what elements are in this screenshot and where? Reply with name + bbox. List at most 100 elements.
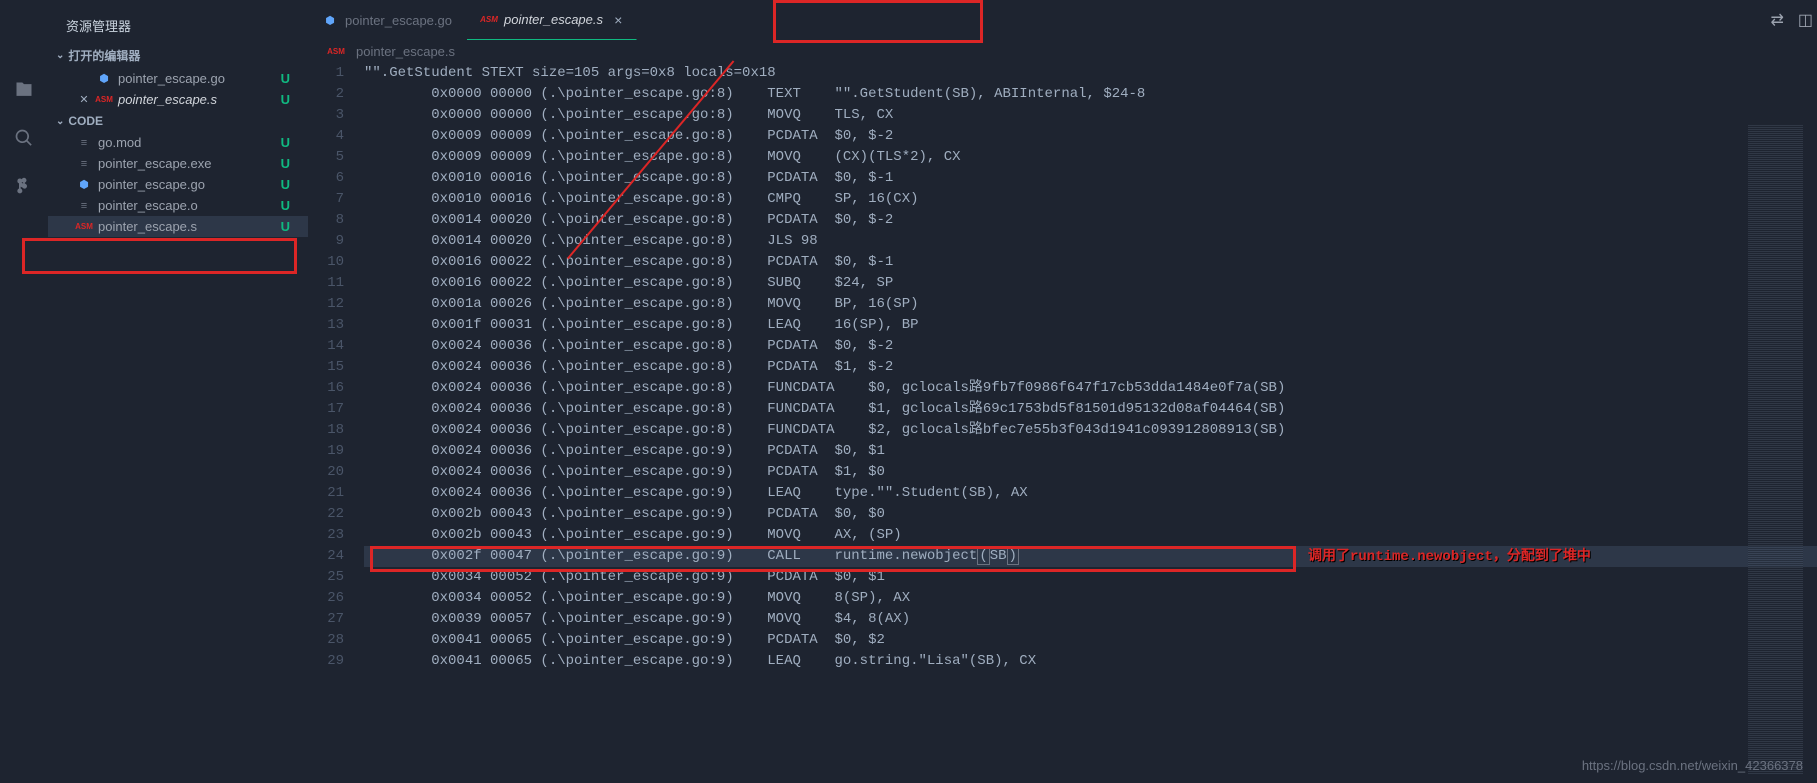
open-editor-item[interactable]: ✕ ASM pointer_escape.sU <box>48 89 308 110</box>
editor-area: ⬢pointer_escape.goASMpointer_escape.s× ⇄… <box>308 0 1817 783</box>
line-number: 23 <box>308 525 344 546</box>
line-number: 25 <box>308 567 344 588</box>
file-tree-item[interactable]: ≡ pointer_escape.exeU <box>48 153 308 174</box>
chevron-down-icon: ⌄ <box>56 50 64 61</box>
line-number: 17 <box>308 399 344 420</box>
line-number: 26 <box>308 588 344 609</box>
file-tree-item[interactable]: ⬢ pointer_escape.goU <box>48 174 308 195</box>
activity-bar <box>0 0 48 783</box>
source-control-icon[interactable] <box>14 176 34 199</box>
line-number: 28 <box>308 630 344 651</box>
code-section-header[interactable]: ⌄ CODE <box>48 110 308 132</box>
line-number: 10 <box>308 252 344 273</box>
code-line: 0x0041 00065 (.\pointer_escape.go:9) PCD… <box>364 630 1817 651</box>
line-number: 3 <box>308 105 344 126</box>
code-line: 0x0039 00057 (.\pointer_escape.go:9) MOV… <box>364 609 1817 630</box>
file-name: go.mod <box>98 135 281 150</box>
compare-icon[interactable]: ⇄ <box>1770 10 1783 30</box>
code-editor[interactable]: 1234567891011121314151617181920212223242… <box>308 63 1817 783</box>
line-number: 24 <box>308 546 344 567</box>
line-number: 5 <box>308 147 344 168</box>
open-editor-item[interactable]: ⬢ pointer_escape.goU <box>48 68 308 89</box>
line-number: 14 <box>308 336 344 357</box>
breadcrumb[interactable]: ASM pointer_escape.s <box>308 40 1817 63</box>
code-content[interactable]: "".GetStudent STEXT size=105 args=0x8 lo… <box>364 63 1817 783</box>
tab-close-icon[interactable]: × <box>614 12 622 28</box>
file-name: pointer_escape.go <box>118 71 281 86</box>
line-number: 12 <box>308 294 344 315</box>
code-line: 0x0000 00000 (.\pointer_escape.go:8) MOV… <box>364 105 1817 126</box>
watermark: https://blog.csdn.net/weixin_42366378 <box>1582 758 1803 773</box>
file-tree-item[interactable]: ASM pointer_escape.sU <box>48 216 308 237</box>
line-number: 7 <box>308 189 344 210</box>
line-number: 6 <box>308 168 344 189</box>
code-line: 0x0024 00036 (.\pointer_escape.go:9) PCD… <box>364 441 1817 462</box>
minimap[interactable] <box>1748 125 1803 775</box>
asm-icon: ASM <box>76 222 92 231</box>
close-icon: ✕ <box>76 93 92 106</box>
editor-actions: ⇄ ◫ <box>1770 10 1813 30</box>
line-number: 27 <box>308 609 344 630</box>
code-line: 0x0024 00036 (.\pointer_escape.go:8) PCD… <box>364 336 1817 357</box>
code-line: 0x001f 00031 (.\pointer_escape.go:8) LEA… <box>364 315 1817 336</box>
file-name: pointer_escape.s <box>118 92 281 107</box>
line-number: 11 <box>308 273 344 294</box>
status-badge: U <box>281 92 300 107</box>
status-badge: U <box>281 219 300 234</box>
code-line: 0x001a 00026 (.\pointer_escape.go:8) MOV… <box>364 294 1817 315</box>
go-icon: ⬢ <box>96 72 112 85</box>
editor-tab[interactable]: ⬢pointer_escape.go <box>308 0 467 40</box>
line-number: 29 <box>308 651 344 672</box>
annotation-text: 调用了runtime.newobject，分配到了堆中 <box>1308 547 1591 568</box>
code-line: 0x0024 00036 (.\pointer_escape.go:9) LEA… <box>364 483 1817 504</box>
search-icon[interactable] <box>14 128 34 151</box>
asm-icon: ASM <box>96 95 112 104</box>
go-icon: ⬢ <box>322 14 338 27</box>
lines-icon: ≡ <box>76 200 92 212</box>
file-tree-item[interactable]: ≡ pointer_escape.oU <box>48 195 308 216</box>
line-number: 18 <box>308 420 344 441</box>
line-number: 8 <box>308 210 344 231</box>
code-line: 0x0024 00036 (.\pointer_escape.go:8) FUN… <box>364 420 1817 441</box>
line-number: 16 <box>308 378 344 399</box>
code-line: 0x0024 00036 (.\pointer_escape.go:8) FUN… <box>364 378 1817 399</box>
code-line: 0x0009 00009 (.\pointer_escape.go:8) PCD… <box>364 126 1817 147</box>
status-badge: U <box>281 135 300 150</box>
lines-icon: ≡ <box>76 158 92 170</box>
sidebar-title: 资源管理器 <box>48 8 308 43</box>
file-name: pointer_escape.o <box>98 198 281 213</box>
split-icon[interactable]: ◫ <box>1798 10 1813 30</box>
file-name: pointer_escape.s <box>98 219 281 234</box>
code-line: 0x0010 00016 (.\pointer_escape.go:8) PCD… <box>364 168 1817 189</box>
file-tree-item[interactable]: ≡ go.modU <box>48 132 308 153</box>
chevron-down-icon: ⌄ <box>56 116 64 127</box>
line-number: 19 <box>308 441 344 462</box>
code-line: 0x0041 00065 (.\pointer_escape.go:9) LEA… <box>364 651 1817 672</box>
file-name: pointer_escape.go <box>98 177 281 192</box>
code-line: 0x0014 00020 (.\pointer_escape.go:8) PCD… <box>364 210 1817 231</box>
lines-icon: ≡ <box>76 137 92 149</box>
status-badge: U <box>281 156 300 171</box>
editor-tab[interactable]: ASMpointer_escape.s× <box>467 0 637 40</box>
code-line: 0x0016 00022 (.\pointer_escape.go:8) SUB… <box>364 273 1817 294</box>
line-gutter: 1234567891011121314151617181920212223242… <box>308 63 364 783</box>
asm-icon: ASM <box>328 47 344 56</box>
code-line: 0x002b 00043 (.\pointer_escape.go:9) MOV… <box>364 525 1817 546</box>
open-editors-header[interactable]: ⌄ 打开的编辑器 <box>48 43 308 68</box>
line-number: 9 <box>308 231 344 252</box>
code-line: 0x0009 00009 (.\pointer_escape.go:8) MOV… <box>364 147 1817 168</box>
go-icon: ⬢ <box>76 178 92 191</box>
line-number: 13 <box>308 315 344 336</box>
status-badge: U <box>281 71 300 86</box>
asm-icon: ASM <box>481 15 497 24</box>
code-line: 0x0034 00052 (.\pointer_escape.go:9) MOV… <box>364 588 1817 609</box>
line-number: 15 <box>308 357 344 378</box>
code-line: 0x0016 00022 (.\pointer_escape.go:8) PCD… <box>364 252 1817 273</box>
file-name: pointer_escape.exe <box>98 156 281 171</box>
code-line: 0x002f 00047 (.\pointer_escape.go:9) CAL… <box>364 546 1817 567</box>
code-line: 0x002b 00043 (.\pointer_escape.go:9) PCD… <box>364 504 1817 525</box>
explorer-icon[interactable] <box>14 80 34 103</box>
status-badge: U <box>281 198 300 213</box>
status-badge: U <box>281 177 300 192</box>
line-number: 2 <box>308 84 344 105</box>
